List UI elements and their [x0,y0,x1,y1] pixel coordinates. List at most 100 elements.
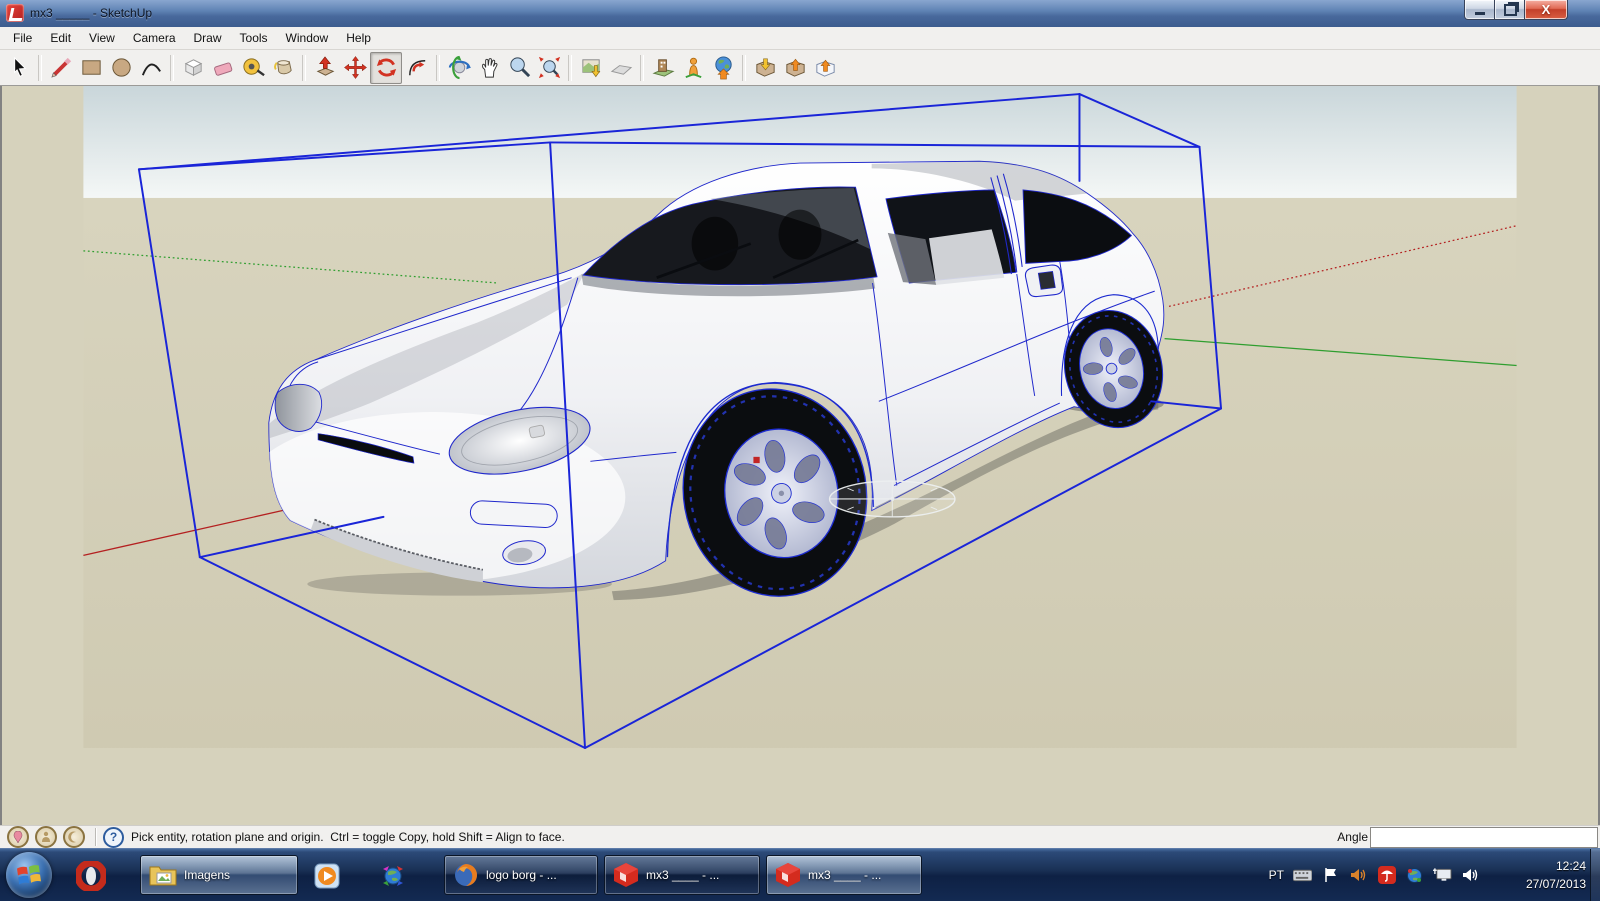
show-desktop-button[interactable] [1590,849,1600,901]
side-mirror [1025,265,1062,297]
menu-item[interactable]: File [4,28,41,48]
measurement-input[interactable] [1370,827,1598,848]
windows-media-player-icon[interactable] [310,859,344,893]
zoom-icon [507,55,532,80]
headlight-far [275,384,322,431]
zoom-extents-button[interactable] [534,53,564,83]
menu-item[interactable]: Edit [41,28,80,48]
inference-point [753,457,759,463]
volume-orange-icon[interactable] [1349,866,1368,885]
menu-item[interactable]: Window [277,28,338,48]
clock-date: 27/07/2013 [1486,875,1586,893]
title-bar: mx3 _____ - SketchUp X [0,0,1600,28]
display-connect-icon[interactable] [1433,866,1452,885]
get-models-icon [753,55,778,80]
measurement-label: Angle [1337,830,1368,844]
menu-item[interactable]: Draw [185,28,231,48]
clock-time: 12:24 [1486,857,1586,875]
bumper-signal-lamp [470,500,558,528]
paint-bucket-button[interactable] [268,53,298,83]
menu-item[interactable]: Help [337,28,380,48]
speaker-icon[interactable] [1461,866,1480,885]
make-component-button[interactable] [178,53,208,83]
status-help-text: Pick entity, rotation plane and origin. … [131,830,565,844]
close-button[interactable]: X [1524,0,1568,20]
restore-button[interactable] [1494,0,1526,20]
sketchup-icon [775,862,801,888]
zoom-tool-button[interactable] [504,53,534,83]
upload-model-icon [783,55,808,80]
statusbar-separator [95,828,96,846]
help-icon[interactable]: ? [103,827,124,848]
minimize-button[interactable] [1464,0,1496,20]
window-title: mx3 _____ - SketchUp [30,6,152,20]
pencil-icon [49,55,74,80]
toolbar-separator [742,55,746,81]
offset-icon [405,55,430,80]
pan-tool-button[interactable] [474,53,504,83]
toolbar-separator [302,55,306,81]
select-tool-button[interactable] [4,53,34,83]
start-button[interactable] [6,852,52,898]
taskbar-clock[interactable]: 12:24 27/07/2013 [1486,857,1586,893]
toolbar-separator [170,55,174,81]
taskbar-button-firefox[interactable]: logo borg - ... [444,855,598,895]
line-tool-button[interactable] [46,53,76,83]
action-center-flag-icon[interactable] [1321,866,1340,885]
upload-model-button[interactable] [780,53,810,83]
photo-textures-icon [651,55,676,80]
credit-person-icon[interactable] [35,826,57,848]
orbit-tool-button[interactable] [444,53,474,83]
system-tray: PT [1269,849,1480,901]
circle-tool-button[interactable] [106,53,136,83]
arc-tool-button[interactable] [136,53,166,83]
add-building-icon [681,55,706,80]
rotate-tool-button[interactable] [370,52,402,84]
rectangle-tool-button[interactable] [76,53,106,83]
offset-tool-button[interactable] [402,53,432,83]
globe-sync-icon[interactable] [376,859,410,893]
eraser-tool-button[interactable] [208,53,238,83]
windows-flag-icon [16,863,42,887]
tape-measure-button[interactable] [238,53,268,83]
network-globe-icon[interactable] [1405,866,1424,885]
preview-google-earth-button[interactable] [708,53,738,83]
toolbar-separator [568,55,572,81]
photo-textures-button[interactable] [648,53,678,83]
move-tool-button[interactable] [340,53,370,83]
avira-umbrella-icon[interactable] [1377,866,1396,885]
push-pull-button[interactable] [310,53,340,83]
taskbar-button-imagens[interactable]: Imagens [140,855,298,895]
toggle-terrain-icon [609,55,634,80]
get-models-button[interactable] [750,53,780,83]
sketchup-app: { "window": { "title": "mx3 _____ - Sket… [0,0,1600,900]
add-new-building-button[interactable] [678,53,708,83]
geolocation-icon[interactable] [7,826,29,848]
taskbar-button-label: mx3 ____ - ... [808,868,881,882]
crescent-icon[interactable] [63,826,85,848]
language-indicator[interactable]: PT [1269,868,1284,882]
taskbar-button-sketchup-2[interactable]: mx3 ____ - ... [766,855,922,895]
opera-icon[interactable] [74,859,108,893]
menu-bar: FileEditViewCameraDrawToolsWindowHelp [0,27,1600,50]
viewport-canvas[interactable] [0,86,1600,825]
taskbar-button-sketchup-1[interactable]: mx3 ____ - ... [604,855,760,895]
toolbar-separator [436,55,440,81]
get-current-view-button[interactable] [576,53,606,83]
rotate-icon [374,55,399,80]
firefox-icon [453,862,479,888]
pan-icon [477,55,502,80]
move-icon [343,55,368,80]
circle-icon [109,55,134,80]
share-model-icon [813,55,838,80]
menu-item[interactable]: Tools [231,28,277,48]
taskbar: Imagens logo borg - ... mx3 ____ - ... [0,848,1600,901]
minimize-icon [1475,12,1485,15]
menu-item[interactable]: Camera [124,28,185,48]
toolbar-separator [38,55,42,81]
keyboard-icon[interactable] [1293,866,1312,885]
toggle-terrain-button[interactable] [606,53,636,83]
sketchup-icon [613,862,639,888]
menu-item[interactable]: View [80,28,124,48]
share-model-button[interactable] [810,53,840,83]
